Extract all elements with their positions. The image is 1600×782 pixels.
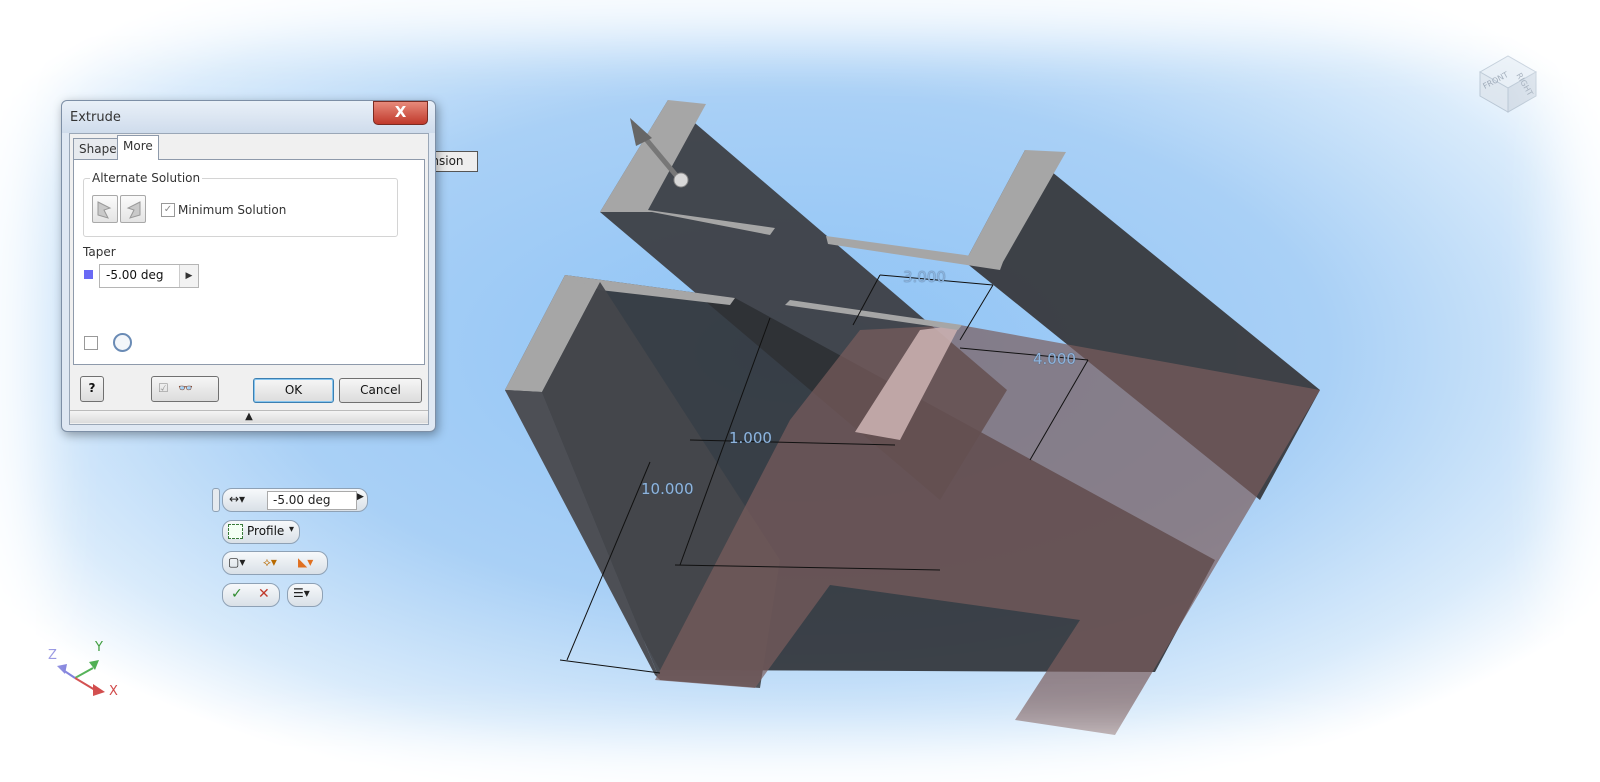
dialog-client: Shape More Alternate Solution ✓ Minimum … bbox=[69, 133, 429, 425]
taper-input[interactable]: -5.00 deg ▶ bbox=[99, 264, 199, 288]
expand-bar[interactable]: ▲ bbox=[70, 410, 428, 423]
tab-panel-more: Alternate Solution ✓ Minimum Solution Ta… bbox=[73, 159, 425, 365]
dialog-titlebar[interactable]: Extrude X bbox=[62, 101, 435, 133]
flip-solution-alt-icon bbox=[126, 201, 141, 219]
ok-button[interactable]: OK bbox=[253, 378, 334, 403]
tab-more-label: More bbox=[123, 139, 153, 153]
mini-taper-value: -5.00 deg bbox=[273, 493, 331, 507]
mini-toolbar-options: ▢▾ ⟡▾ ◣▾ bbox=[222, 551, 328, 575]
close-button[interactable]: X bbox=[373, 101, 428, 125]
axis-triad: Y Z X bbox=[45, 640, 125, 705]
match-shape-icon[interactable]: ⟡▾ bbox=[263, 555, 277, 570]
preview-checkbox-icon: ☑ bbox=[158, 381, 169, 395]
cancel-button[interactable]: Cancel bbox=[339, 378, 422, 403]
cancel-x-icon[interactable]: ✕ bbox=[258, 586, 270, 602]
mini-toolbar-taper[interactable]: ↔▾ -5.00 deg ▶ bbox=[222, 488, 368, 512]
taper-color-swatch bbox=[84, 270, 93, 279]
help-icon: ? bbox=[88, 381, 96, 395]
alternate-solution-label: Alternate Solution bbox=[90, 171, 203, 185]
profile-button[interactable]: Profile ▾ bbox=[222, 520, 300, 544]
chevron-right-icon[interactable]: ▶ bbox=[179, 265, 198, 287]
checkmark-icon[interactable]: ✓ bbox=[231, 586, 243, 602]
alternate-solution-second-button[interactable] bbox=[120, 195, 146, 223]
direction-arrow-handle[interactable] bbox=[673, 172, 689, 188]
preview-toggle[interactable]: ☑ 👓 bbox=[151, 376, 219, 402]
dialog-title: Extrude bbox=[70, 110, 121, 125]
view-cube[interactable]: FRONT RIGHT bbox=[1470, 50, 1540, 116]
dimension-label[interactable]: 4.000 bbox=[1033, 350, 1076, 368]
tab-shape[interactable]: Shape bbox=[73, 138, 123, 160]
no-symbol-icon[interactable] bbox=[113, 333, 132, 352]
glasses-icon: 👓 bbox=[178, 381, 193, 395]
minimum-solution-label: Minimum Solution bbox=[178, 203, 287, 217]
chevron-down-icon[interactable]: ▾ bbox=[289, 524, 294, 535]
option-checkbox[interactable] bbox=[84, 336, 98, 350]
mini-taper-input[interactable]: -5.00 deg bbox=[267, 491, 357, 510]
distance-icon[interactable]: ↔▾ bbox=[229, 492, 245, 506]
chevron-right-icon[interactable]: ▶ bbox=[357, 492, 364, 502]
minimum-solution-checkbox[interactable]: ✓ bbox=[161, 203, 175, 217]
cancel-label: Cancel bbox=[360, 383, 401, 397]
tab-shape-label: Shape bbox=[79, 142, 117, 156]
alternate-solution-group: Alternate Solution ✓ Minimum Solution bbox=[83, 171, 398, 237]
axis-z-label: Z bbox=[48, 648, 57, 663]
alternate-solution-first-button[interactable] bbox=[92, 195, 118, 223]
dimension-label[interactable]: 1.000 bbox=[729, 429, 772, 447]
help-button[interactable]: ? bbox=[80, 376, 104, 402]
tab-more[interactable]: More bbox=[117, 135, 159, 160]
extrude-dialog[interactable]: Extrude X Shape More Alternate Solution … bbox=[61, 100, 436, 432]
dimension-label[interactable]: 10.000 bbox=[641, 480, 694, 498]
taper-value: -5.00 deg bbox=[106, 268, 164, 282]
list-icon: ☰▾ bbox=[293, 586, 310, 600]
dimension-label[interactable]: 3.000 bbox=[903, 268, 946, 286]
axis-x-label: X bbox=[109, 684, 118, 699]
output-solid-icon[interactable]: ▢▾ bbox=[228, 555, 245, 569]
close-icon: X bbox=[394, 103, 407, 121]
ok-label: OK bbox=[284, 383, 303, 397]
flip-solution-icon bbox=[97, 201, 112, 219]
operation-icon[interactable]: ◣▾ bbox=[298, 555, 313, 569]
profile-label: Profile bbox=[247, 524, 285, 538]
profile-icon bbox=[228, 524, 243, 539]
chevron-up-icon: ▲ bbox=[245, 411, 253, 422]
mini-toolbar-confirm: ✓ ✕ bbox=[222, 583, 280, 607]
mini-toolbar-menu[interactable]: ☰▾ bbox=[287, 583, 323, 607]
axis-y-label: Y bbox=[95, 640, 103, 655]
taper-label: Taper bbox=[83, 245, 116, 259]
mini-toolbar-grip[interactable] bbox=[212, 488, 220, 512]
